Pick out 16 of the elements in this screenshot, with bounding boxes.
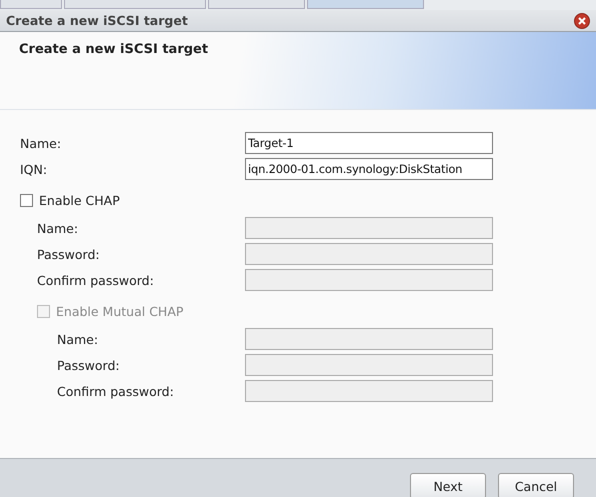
input-field[interactable]: iqn.2000-01.com.synology:DiskStation: [245, 158, 493, 180]
dialog-button[interactable]: Next: [410, 473, 486, 497]
field-label: Password:: [57, 358, 121, 372]
field-label: Confirm password:: [57, 384, 175, 398]
field-label: Name:: [37, 220, 80, 236]
input-field[interactable]: Target-1: [245, 132, 493, 154]
field-label: Confirm password:: [37, 272, 155, 288]
field-label: Password:: [37, 246, 101, 262]
close-icon[interactable]: [574, 12, 590, 28]
dialog-heading: Create a new iSCSI target: [19, 42, 208, 57]
dialog-button[interactable]: Cancel: [498, 473, 574, 497]
checkbox[interactable]: Enable CHAP: [20, 188, 120, 212]
window-title: Create a new iSCSI target: [6, 13, 188, 28]
field-label: IQN:: [20, 162, 48, 176]
field-label: Name:: [57, 332, 100, 346]
field-label: Name:: [20, 136, 62, 150]
